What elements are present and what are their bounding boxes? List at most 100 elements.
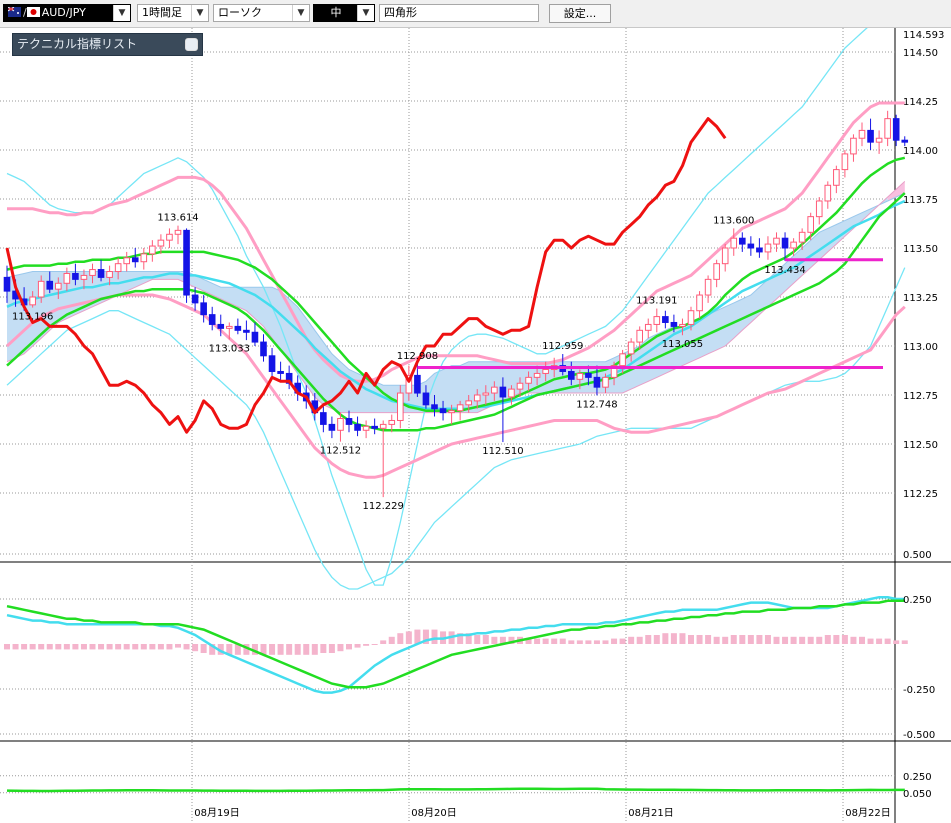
- candle-body: [371, 425, 378, 429]
- price-chart[interactable]: 113.614 113.196 113.033 112.512 112.229 112.9…: [0, 28, 951, 823]
- histogram-bar: [371, 644, 378, 645]
- price-annotation: 113.191: [636, 296, 677, 307]
- candle-body: [320, 412, 327, 425]
- candle-body: [431, 404, 438, 410]
- candle-body: [414, 374, 421, 394]
- histogram-bar: [747, 635, 754, 644]
- candle-body: [807, 216, 815, 233]
- candle-body: [37, 280, 45, 298]
- candle-body: [798, 231, 806, 243]
- histogram-bar: [157, 644, 164, 650]
- indicator-list-panel[interactable]: テクニカル指標リスト: [12, 33, 203, 56]
- histogram-bar: [482, 635, 489, 644]
- histogram-bar: [132, 644, 139, 650]
- histogram-bar: [653, 635, 660, 644]
- histogram-bar: [619, 638, 626, 644]
- histogram-bar: [551, 638, 558, 644]
- histogram-bar: [585, 640, 592, 644]
- histogram-bar: [294, 644, 301, 655]
- candle-body: [619, 353, 626, 367]
- price-annotation: 113.434: [764, 265, 805, 276]
- candle-body: [508, 388, 515, 398]
- candle-body: [593, 376, 601, 388]
- candle-body: [268, 355, 276, 372]
- histogram-bar: [140, 644, 147, 650]
- histogram-bar: [21, 644, 28, 650]
- price-tick-label: 112.75: [903, 391, 938, 402]
- histogram-bar: [713, 636, 720, 644]
- histogram-bar: [80, 644, 87, 650]
- histogram-bar: [192, 644, 199, 652]
- histogram-bar: [773, 636, 780, 644]
- histogram-bar: [645, 635, 652, 644]
- candle-body: [670, 321, 678, 327]
- price-annotation: 113.055: [662, 339, 703, 350]
- histogram-bar: [491, 636, 498, 644]
- histogram-bar: [149, 644, 156, 650]
- candle-body: [721, 247, 729, 265]
- candle-body: [739, 237, 746, 245]
- line-style-select[interactable]: 中 ▼: [313, 4, 375, 22]
- histogram-bar: [876, 638, 883, 644]
- osc2-tick-label: 0.250: [903, 772, 932, 783]
- chevron-down-icon[interactable]: ▼: [357, 5, 374, 21]
- candle-body: [63, 272, 71, 284]
- candle-body: [867, 129, 874, 143]
- chevron-down-icon[interactable]: ▼: [292, 5, 309, 21]
- price-annotation: 112.908: [397, 351, 438, 362]
- candle-body: [875, 137, 883, 143]
- candle-body: [234, 325, 242, 331]
- candle-body: [106, 271, 113, 278]
- candle-body: [174, 229, 182, 235]
- candle-body: [80, 274, 88, 280]
- line-style-label: 中: [330, 6, 342, 19]
- histogram-bar: [568, 640, 575, 644]
- histogram-bar: [200, 644, 207, 653]
- price-annotation: 113.600: [713, 215, 754, 226]
- candle-body: [362, 425, 370, 431]
- chevron-down-icon[interactable]: ▼: [191, 5, 208, 21]
- price-tick-label: 113.00: [903, 342, 938, 353]
- date-label: 08月19日: [194, 807, 239, 819]
- histogram-bar: [850, 636, 857, 644]
- histogram-bar: [311, 644, 318, 655]
- candle-body: [756, 247, 763, 253]
- histogram-bar: [474, 635, 481, 644]
- candle-body: [157, 239, 165, 247]
- histogram-bar: [611, 638, 618, 644]
- histogram-bar: [46, 644, 53, 650]
- candle-body: [140, 253, 148, 263]
- currency-pair-select[interactable]: / AUD/JPY ▼: [3, 4, 131, 22]
- candle-body: [662, 316, 669, 323]
- price-annotation: 113.196: [12, 312, 53, 323]
- histogram-bar: [679, 633, 686, 644]
- histogram-bar: [705, 635, 712, 644]
- histogram-bar: [593, 640, 600, 644]
- chart-type-select[interactable]: ローソク ▼: [213, 4, 310, 22]
- histogram-bar: [696, 635, 703, 644]
- chart-type-label: ローソク: [218, 6, 262, 19]
- chevron-down-icon[interactable]: ▼: [113, 5, 130, 21]
- candle-body: [884, 118, 891, 139]
- shape-select[interactable]: 四角形: [379, 4, 539, 22]
- histogram-bar: [89, 644, 96, 650]
- settings-button[interactable]: 設定...: [549, 4, 611, 23]
- histogram-bar: [542, 638, 549, 644]
- histogram-bar: [782, 636, 789, 644]
- price-annotation: 112.748: [576, 399, 617, 410]
- candle-body: [114, 263, 122, 273]
- timeframe-select[interactable]: 1時間足 ▼: [137, 4, 209, 22]
- histogram-bar: [4, 644, 10, 650]
- histogram-bar: [106, 644, 113, 650]
- histogram-bar: [55, 644, 62, 650]
- candle-body: [191, 294, 199, 304]
- minimize-icon[interactable]: [185, 38, 198, 51]
- candle-body: [131, 257, 139, 263]
- price-tick-label: 114.00: [903, 146, 938, 157]
- histogram-bar: [397, 633, 404, 644]
- candle-body: [653, 316, 661, 325]
- candle-body: [892, 118, 900, 141]
- price-tick-label: 114.25: [903, 97, 938, 108]
- candle-body: [97, 269, 105, 278]
- candle-body: [824, 184, 832, 202]
